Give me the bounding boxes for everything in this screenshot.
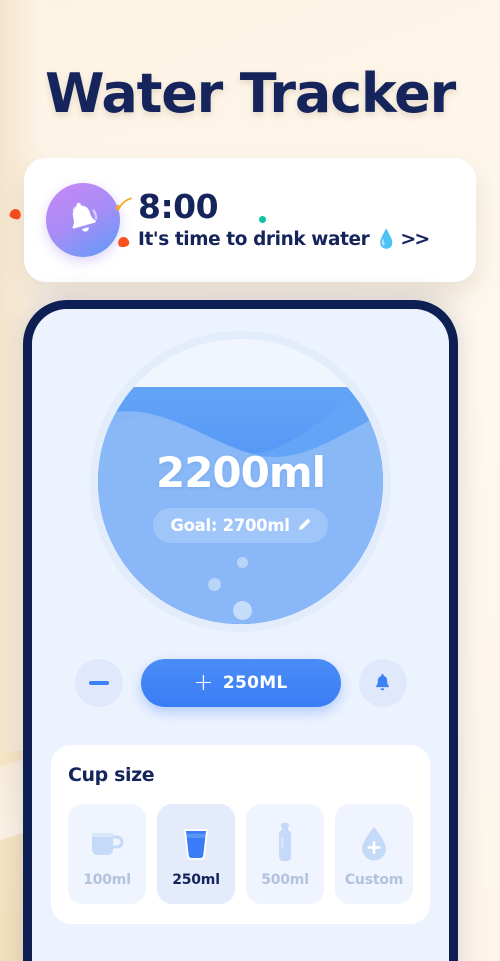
orange-dot-decoration <box>117 235 130 248</box>
page-title: Water Tracker <box>44 62 456 125</box>
cup-option-250ml[interactable]: 250ml <box>157 804 235 904</box>
cup-size-card: Cup size 100ml 250ml 500ml Custom <box>51 745 430 924</box>
chevron-right-icon[interactable]: >> <box>400 228 430 250</box>
teal-dot-decoration <box>259 215 266 223</box>
notification-card[interactable]: 8:00 It's time to drink water 💧 >> <box>24 158 476 282</box>
goal-label: Goal: 2700ml <box>170 515 290 535</box>
cup-option-custom[interactable]: Custom <box>335 804 413 904</box>
orange-curl-decoration <box>115 196 134 219</box>
water-amount: 2200ml <box>155 447 326 497</box>
cup-option-label: 100ml <box>83 872 131 888</box>
notification-message-row: It's time to drink water 💧 >> <box>138 228 430 250</box>
plus-icon: + <box>193 668 214 696</box>
cup-option-label: Custom <box>344 872 404 888</box>
droplet-plus-icon <box>358 820 390 866</box>
app-screen: 2200ml Goal: 2700ml + 250ML Cup size 100… <box>32 309 449 961</box>
water-drop-emoji-icon: 💧 <box>375 228 398 250</box>
water-progress-circle[interactable]: 2200ml Goal: 2700ml <box>98 338 383 624</box>
bottle-icon <box>272 820 298 866</box>
reminder-button[interactable] <box>358 659 407 707</box>
cup-icon <box>179 820 213 866</box>
cup-option-100ml[interactable]: 100ml <box>68 804 146 904</box>
water-readout: 2200ml Goal: 2700ml <box>98 339 383 624</box>
notification-text-block: 8:00 It's time to drink water 💧 >> <box>115 186 430 250</box>
cup-option-500ml[interactable]: 500ml <box>246 804 324 904</box>
cup-size-title: Cup size <box>68 764 155 786</box>
bell-icon <box>376 673 389 690</box>
phone-mockup: 2200ml Goal: 2700ml + 250ML Cup size 100… <box>23 300 458 961</box>
goal-pill[interactable]: Goal: 2700ml <box>153 507 328 543</box>
add-water-button[interactable]: + 250ML <box>140 659 341 707</box>
add-water-label: 250ML <box>222 673 288 693</box>
cup-size-options: 100ml 250ml 500ml Custom <box>68 804 413 904</box>
cup-option-label: 250ml <box>172 872 220 888</box>
decrease-button[interactable] <box>74 659 123 707</box>
intake-controls: + 250ML <box>32 659 449 707</box>
mug-icon <box>87 820 127 866</box>
notification-bell-avatar <box>46 183 120 257</box>
pencil-icon <box>298 518 311 530</box>
water-progress-ring: 2200ml Goal: 2700ml <box>90 330 391 632</box>
bell-icon <box>72 202 98 232</box>
notification-message: It's time to drink water <box>138 228 370 250</box>
cup-option-label: 500ml <box>261 872 309 888</box>
minus-icon <box>88 681 109 685</box>
water-progress-area: 2200ml Goal: 2700ml <box>32 309 449 653</box>
notification-time: 8:00 <box>138 186 219 226</box>
